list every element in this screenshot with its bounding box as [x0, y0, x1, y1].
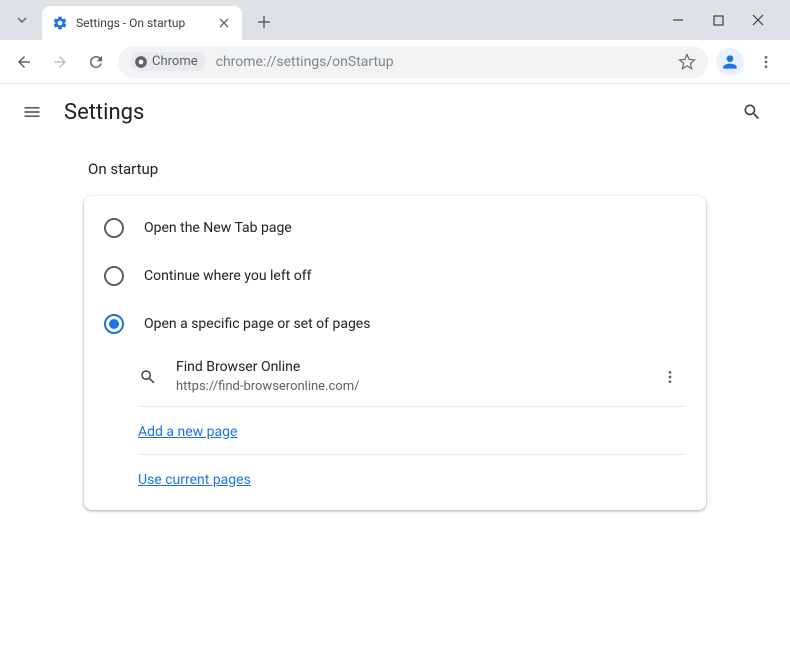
maximize-button[interactable] — [706, 8, 730, 32]
page-title: Settings — [64, 100, 714, 125]
menu-toggle-button[interactable] — [20, 100, 44, 124]
use-current-pages-link[interactable]: Use current pages — [138, 472, 251, 488]
magnifier-icon — [138, 367, 158, 387]
radio-specific-pages[interactable]: Open a specific page or set of pages — [84, 300, 706, 348]
on-startup-card: Open the New Tab page Continue where you… — [84, 196, 706, 510]
chip-label: Chrome — [152, 54, 198, 69]
startup-page-info: Find Browser Online https://find-browser… — [176, 358, 636, 396]
link-row: Add a new page — [138, 406, 686, 454]
tab-search-dropdown[interactable] — [8, 6, 36, 34]
settings-content: On startup Open the New Tab page Continu… — [0, 140, 790, 530]
titlebar: Settings - On startup — [0, 0, 790, 40]
startup-page-row: Find Browser Online https://find-browser… — [84, 348, 706, 406]
person-icon — [720, 52, 740, 72]
page-options-button[interactable] — [654, 361, 686, 393]
back-button[interactable] — [10, 48, 38, 76]
radio-icon — [104, 314, 124, 334]
browser-toolbar: Chrome chrome://settings/onStartup — [0, 40, 790, 84]
radio-label: Open a specific page or set of pages — [144, 316, 370, 332]
startup-page-url: https://find-browseronline.com/ — [176, 378, 636, 396]
link-row: Use current pages — [138, 454, 686, 502]
search-settings-button[interactable] — [734, 94, 770, 130]
kebab-icon — [662, 369, 678, 385]
add-page-link[interactable]: Add a new page — [138, 424, 237, 440]
section-title: On startup — [84, 160, 706, 178]
site-chip[interactable]: Chrome — [130, 52, 206, 71]
profile-button[interactable] — [716, 48, 744, 76]
browser-menu-button[interactable] — [752, 48, 780, 76]
browser-tab[interactable]: Settings - On startup — [42, 6, 242, 40]
radio-label: Continue where you left off — [144, 268, 312, 284]
radio-icon — [104, 266, 124, 286]
address-bar[interactable]: Chrome chrome://settings/onStartup — [118, 46, 708, 78]
close-icon[interactable] — [216, 15, 232, 31]
reload-button[interactable] — [82, 48, 110, 76]
url-text: chrome://settings/onStartup — [216, 54, 668, 70]
settings-header: Settings — [0, 84, 790, 140]
window-controls — [666, 8, 782, 32]
hamburger-icon — [22, 102, 42, 122]
gear-icon — [52, 15, 68, 31]
tab-title: Settings - On startup — [76, 16, 208, 30]
kebab-icon — [758, 54, 774, 70]
new-tab-button[interactable] — [250, 8, 278, 36]
startup-page-title: Find Browser Online — [176, 358, 636, 378]
forward-button[interactable] — [46, 48, 74, 76]
radio-continue[interactable]: Continue where you left off — [84, 252, 706, 300]
close-window-button[interactable] — [746, 8, 770, 32]
radio-label: Open the New Tab page — [144, 220, 292, 236]
radio-icon — [104, 218, 124, 238]
radio-new-tab[interactable]: Open the New Tab page — [84, 204, 706, 252]
minimize-button[interactable] — [666, 8, 690, 32]
search-icon — [742, 102, 762, 122]
bookmark-star-icon[interactable] — [678, 53, 696, 71]
chrome-icon — [134, 55, 148, 69]
